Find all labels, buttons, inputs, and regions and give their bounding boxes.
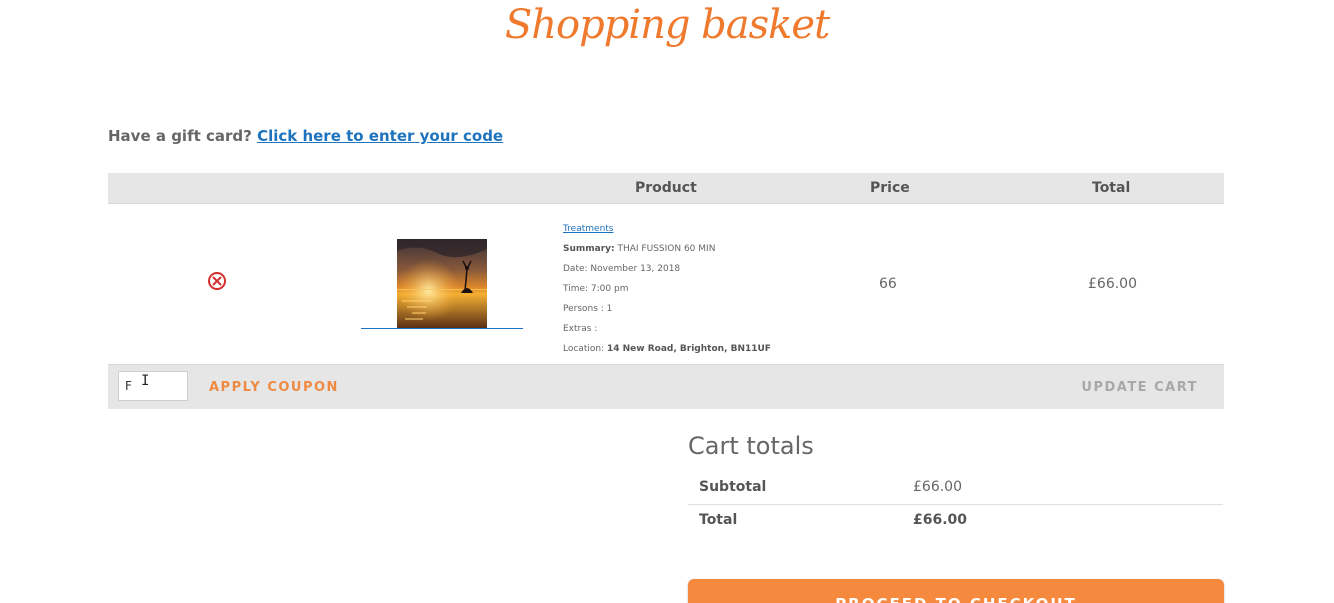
summary-value: THAI FUSSION 60 MIN <box>617 244 716 254</box>
product-details: Treatments Summary: THAI FUSSION 60 MIN … <box>563 219 771 359</box>
shopping-basket-page: Shopping basket Have a gift card? Click … <box>0 0 1334 603</box>
update-cart-button[interactable]: UPDATE CART <box>1081 380 1198 395</box>
product-time: Time: 7:00 pm <box>563 284 629 294</box>
item-total: £66.00 <box>1088 276 1137 292</box>
cart-actions-bar: I APPLY COUPON UPDATE CART <box>108 364 1224 409</box>
remove-item-button[interactable] <box>208 272 226 290</box>
gift-card-link[interactable]: Click here to enter your code <box>257 127 503 145</box>
product-thumbnail-link[interactable] <box>361 239 523 329</box>
page-title: Shopping basket <box>504 2 830 48</box>
total-value: £66.00 <box>913 512 968 528</box>
subtotal-row: Subtotal £66.00 <box>688 472 1223 505</box>
cart-totals-title: Cart totals <box>688 432 814 460</box>
proceed-to-checkout-button[interactable]: PROCEED TO CHECKOUT <box>688 579 1224 603</box>
location-value: 14 New Road, Brighton, BN11UF <box>606 344 771 354</box>
summary-label: Summary: <box>563 244 615 254</box>
cart-table-header: Product Price Total <box>108 173 1224 204</box>
product-summary: Summary: THAI FUSSION 60 MIN <box>563 239 771 259</box>
product-date: Date: November 13, 2018 <box>563 264 681 274</box>
column-header-product: Product <box>635 180 697 196</box>
product-category-link[interactable]: Treatments <box>563 224 613 234</box>
product-location: Location: 14 New Road, Brighton, BN11UF <box>563 339 771 359</box>
subtotal-label: Subtotal <box>699 479 767 495</box>
column-header-price: Price <box>870 180 910 196</box>
column-header-total: Total <box>1092 180 1131 196</box>
close-icon <box>212 276 222 286</box>
apply-coupon-button[interactable]: APPLY COUPON <box>209 380 339 395</box>
total-row: Total £66.00 <box>688 505 1223 537</box>
item-price: 66 <box>879 276 897 292</box>
gift-card-notice: Have a gift card? Click here to enter yo… <box>108 127 503 145</box>
gift-card-prompt: Have a gift card? <box>108 127 252 145</box>
product-thumbnail <box>397 239 487 328</box>
product-persons: Persons : 1 <box>563 304 613 314</box>
coupon-code-input[interactable] <box>118 371 188 401</box>
subtotal-value: £66.00 <box>913 479 962 495</box>
total-label: Total <box>699 512 738 528</box>
product-extras: Extras : <box>563 324 598 334</box>
location-label: Location: <box>563 344 605 354</box>
